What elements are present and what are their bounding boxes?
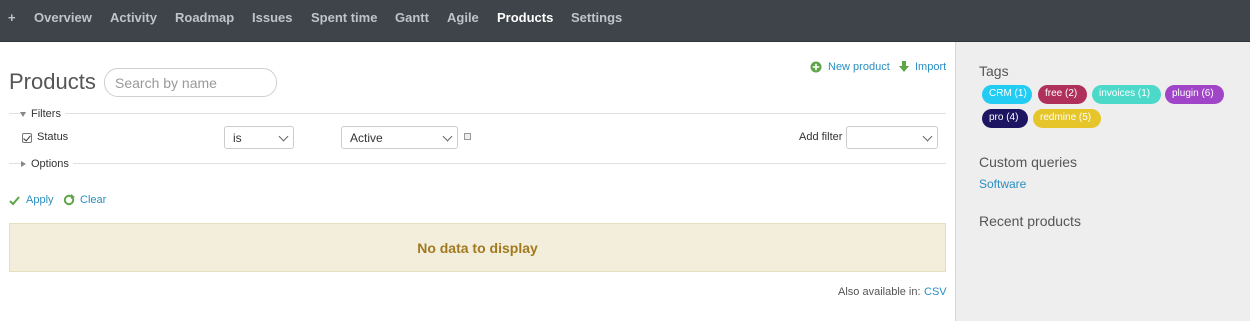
search-input[interactable]	[104, 68, 277, 97]
custom-queries-heading: Custom queries	[979, 154, 1078, 170]
tag-pro[interactable]: pro (4)	[982, 109, 1028, 128]
tab-gantt[interactable]: Gantt	[395, 10, 429, 25]
status-checkbox[interactable]	[22, 133, 32, 143]
tag-redmine[interactable]: redmine (5)	[1033, 109, 1101, 128]
tag-label: free (2)	[1045, 88, 1078, 99]
import-icon	[899, 61, 909, 76]
query-link-software[interactable]: Software	[979, 177, 1026, 191]
tag-crm[interactable]: CRM (1)	[982, 85, 1032, 104]
tab-agile[interactable]: Agile	[447, 10, 479, 25]
apply-button[interactable]: Apply	[26, 194, 54, 206]
status-operator-select[interactable]: is	[224, 126, 294, 149]
toggle-multiselect-icon[interactable]	[464, 133, 471, 140]
expand-icon	[21, 161, 26, 168]
status-filter-label: Status	[37, 131, 69, 143]
options-legend[interactable]: Options	[21, 158, 73, 170]
options-divider	[9, 163, 946, 164]
filters-legend[interactable]: Filters	[20, 108, 65, 120]
new-product-icon	[810, 61, 822, 76]
top-menu: + Overview Activity Roadmap Issues Spent…	[0, 0, 1250, 42]
csv-link[interactable]: CSV	[924, 286, 947, 298]
tab-issues[interactable]: Issues	[252, 10, 292, 25]
tab-products[interactable]: Products	[497, 10, 553, 25]
clear-button[interactable]: Clear	[80, 194, 106, 206]
tab-settings[interactable]: Settings	[571, 10, 622, 25]
tag-label: invoices (1)	[1099, 88, 1151, 99]
main-content: Products New product Import Filters Stat…	[0, 42, 956, 321]
filters-divider	[9, 113, 946, 114]
tab-activity[interactable]: Activity	[110, 10, 157, 25]
tag-label: pro (4)	[989, 112, 1019, 123]
add-filter-label: Add filter	[799, 131, 843, 143]
tag-label: plugin (6)	[1172, 88, 1214, 99]
checkmark-icon	[9, 195, 20, 209]
tag-plugin[interactable]: plugin (6)	[1165, 85, 1224, 104]
status-operator-value: is	[233, 131, 242, 145]
tag-label: redmine (5)	[1040, 112, 1092, 123]
chevron-down-icon	[922, 131, 933, 142]
status-value-select[interactable]: Active	[341, 126, 458, 149]
recent-products-heading: Recent products	[979, 213, 1081, 229]
no-data-message: No data to display	[417, 240, 538, 256]
tab-roadmap[interactable]: Roadmap	[175, 10, 234, 25]
status-value: Active	[350, 131, 383, 145]
also-available-label: Also available in:	[838, 286, 921, 298]
import-link[interactable]: Import	[915, 61, 946, 73]
tag-invoices[interactable]: invoices (1)	[1092, 85, 1161, 104]
page-title: Products	[9, 69, 96, 94]
collapse-icon	[20, 111, 26, 117]
tags-heading: Tags	[979, 63, 1009, 79]
add-filter-select[interactable]	[846, 126, 938, 149]
chevron-down-icon	[278, 131, 289, 142]
new-product-link[interactable]: New product	[828, 61, 890, 73]
sidebar: Tags CRM (1) free (2) invoices (1) plugi…	[955, 42, 1250, 321]
tag-free[interactable]: free (2)	[1038, 85, 1087, 104]
tag-label: CRM (1)	[989, 88, 1027, 99]
tab-spent-time[interactable]: Spent time	[311, 10, 377, 25]
options-legend-label: Options	[31, 158, 69, 170]
tab-overview[interactable]: Overview	[34, 10, 92, 25]
new-object-icon[interactable]: +	[8, 10, 16, 25]
filters-legend-label: Filters	[31, 108, 61, 120]
chevron-down-icon	[442, 131, 453, 142]
reload-icon	[63, 194, 75, 209]
no-data-box: No data to display	[9, 223, 946, 272]
